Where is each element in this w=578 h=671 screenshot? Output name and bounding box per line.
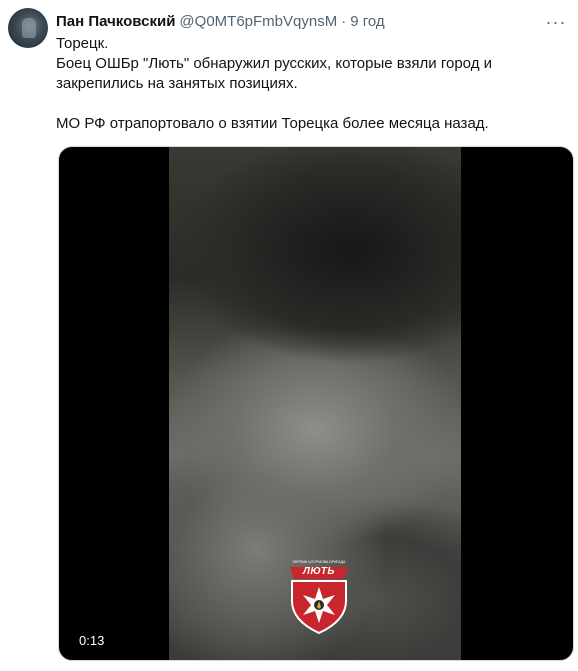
video-player[interactable]: ОКРЕМА ШТУРМОВА БРИГАДА ЛЮТЬ 0:13 [58,146,574,661]
tweet-text-line: закрепились на занятых позициях. [56,75,298,92]
timestamp[interactable]: 9 год [350,12,384,32]
avatar[interactable] [8,8,48,48]
tweet-text-line: МО РФ отрапортовало о взятии Торецка бол… [56,115,489,132]
svg-text:ОКРЕМА ШТУРМОВА БРИГАДА: ОКРЕМА ШТУРМОВА БРИГАДА [293,560,346,564]
tweet-text-line: Боец ОШБр "Лють" обнаружил русских, кото… [56,55,492,72]
watermark-text: ЛЮТЬ [303,566,335,577]
tweet-header: Пан Пачковский @Q0MT6pFmbVqynsM · 9 год [56,12,538,32]
video-elapsed-time: 0:13 [79,633,105,648]
more-options-icon[interactable]: ··· [544,10,568,34]
tweet-text-line: Торецк. [56,35,109,52]
tweet-card[interactable]: Пан Пачковский @Q0MT6pFmbVqynsM · 9 год … [0,0,578,671]
tweet-text: Торецк. Боец ОШБр "Лють" обнаружил русск… [56,34,562,134]
user-handle[interactable]: @Q0MT6pFmbVqynsM [179,12,337,32]
display-name[interactable]: Пан Пачковский [56,12,175,32]
separator-dot: · [341,13,347,30]
